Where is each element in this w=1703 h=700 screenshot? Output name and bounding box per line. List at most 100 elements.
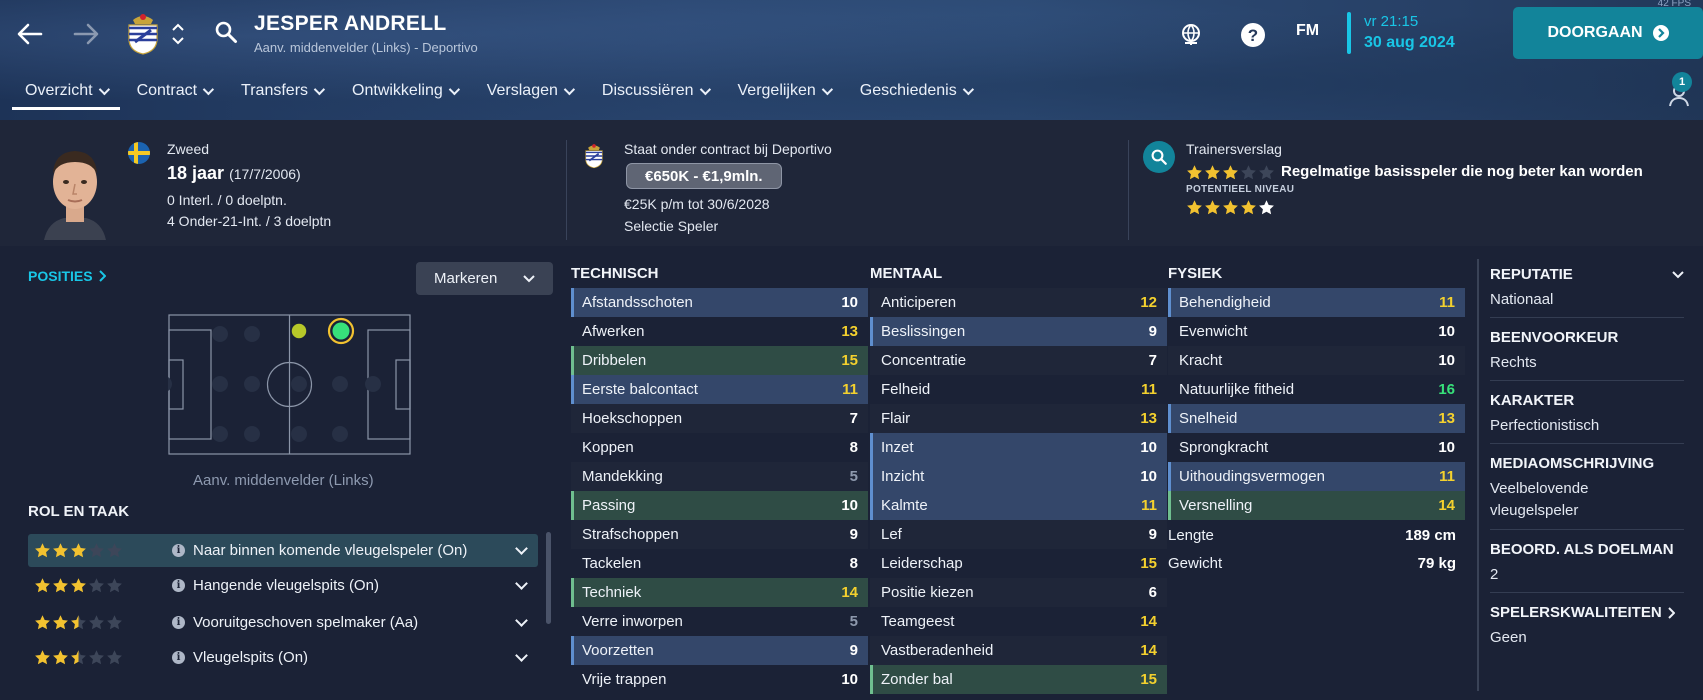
physical-header: FYSIEK (1168, 265, 1223, 282)
physical-attribute-row[interactable]: Kracht 10 (1168, 346, 1465, 375)
chevron-down-icon (98, 83, 110, 96)
forward-arrow-icon[interactable] (68, 16, 104, 52)
chevron-down-icon (962, 83, 974, 96)
physical-attribute-row[interactable]: Uithoudingsvermogen 11 (1168, 462, 1465, 491)
goalkeeper-rating-value: 2 (1490, 566, 1499, 583)
search-icon[interactable] (212, 18, 240, 46)
positions-label: POSITIES (28, 268, 93, 284)
star-icon (53, 578, 68, 593)
chevron-down-icon[interactable] (515, 614, 528, 627)
technical-attribute-row[interactable]: Passing 10 (571, 491, 868, 520)
technical-attribute-row[interactable]: Strafschoppen 9 (571, 520, 868, 549)
reputation-value: Nationaal (1490, 291, 1554, 308)
nationality[interactable]: Zweed (167, 141, 209, 157)
mental-attribute-row[interactable]: Beslissingen 9 (870, 317, 1167, 346)
attribute-value: 9 (849, 526, 858, 543)
attribute-label: Concentratie (881, 352, 967, 369)
technical-attribute-row[interactable]: Verre inworpen 5 (571, 607, 868, 636)
reputation-section[interactable]: REPUTATIE Nationaal (1490, 266, 1684, 318)
technical-attribute-row[interactable]: Vrije trappen 10 (571, 665, 868, 694)
contract-title[interactable]: Staat onder contract bij Deportivo (624, 141, 832, 157)
role-row[interactable]: i Hangende vleugelspits (On) (28, 569, 538, 602)
chevron-down-icon[interactable] (515, 542, 528, 555)
physical-attribute-row[interactable]: Behendigheid 11 (1168, 288, 1465, 317)
chevron-down-icon (563, 83, 575, 96)
role-row[interactable]: i Naar binnen komende vleugelspeler (On) (28, 534, 538, 567)
physical-attribute-row[interactable]: Sprongkracht 10 (1168, 433, 1465, 462)
continue-button[interactable]: DOORGAAN (1513, 7, 1703, 59)
physical-attribute-row[interactable]: Evenwicht 10 (1168, 317, 1465, 346)
tab-transfers[interactable]: Transfers (228, 76, 335, 110)
technical-attribute-row[interactable]: Hoekschoppen 7 (571, 404, 868, 433)
mental-attribute-row[interactable]: Kalmte 11 (870, 491, 1167, 520)
info-icon[interactable]: i (172, 544, 185, 557)
physical-attribute-row[interactable]: Snelheid 13 (1168, 404, 1465, 433)
scout-search-icon[interactable] (1143, 141, 1175, 173)
role-scrollbar[interactable] (546, 532, 551, 624)
mental-attribute-row[interactable]: Teamgeest 14 (870, 607, 1167, 636)
mental-attribute-row[interactable]: Positie kiezen 6 (870, 578, 1167, 607)
technical-attribute-row[interactable]: Voorzetten 9 (571, 636, 868, 665)
tab-ontwikkeling[interactable]: Ontwikkeling (339, 76, 470, 110)
technical-attribute-row[interactable]: Tackelen 8 (571, 549, 868, 578)
technical-attribute-row[interactable]: Mandekking 5 (571, 462, 868, 491)
chevron-down-icon[interactable] (515, 649, 528, 662)
player-traits-section[interactable]: SPELERSKWALITEITEN Geen (1490, 604, 1684, 656)
mental-header: MENTAAL (870, 265, 943, 282)
technical-attribute-row[interactable]: Koppen 8 (571, 433, 868, 462)
tab-contract[interactable]: Contract (124, 76, 224, 110)
tab-vergelijken[interactable]: Vergelijken (725, 76, 843, 110)
back-arrow-icon[interactable] (12, 16, 48, 52)
mental-attribute-row[interactable]: Leiderschap 15 (870, 549, 1167, 578)
attribute-label: Sprongkracht (1179, 439, 1269, 456)
nationality-flag-icon[interactable] (128, 142, 150, 164)
positions-link[interactable]: POSITIES (28, 268, 106, 284)
date-accent-bar (1347, 12, 1351, 54)
mental-attribute-row[interactable]: Felheid 11 (870, 375, 1167, 404)
mental-attribute-row[interactable]: Flair 13 (870, 404, 1167, 433)
physical-attribute-row[interactable]: Versnelling 14 (1168, 491, 1465, 520)
mental-attribute-row[interactable]: Inzicht 10 (870, 462, 1167, 491)
attribute-label: Kracht (1179, 352, 1223, 369)
highlight-label: Markeren (434, 270, 498, 287)
technical-attribute-row[interactable]: Dribbelen 15 (571, 346, 868, 375)
role-row[interactable]: i Vleugelspits (On) (28, 641, 538, 674)
help-icon[interactable]: ? (1238, 20, 1268, 50)
club-crest-small-icon[interactable] (583, 143, 605, 169)
mental-attribute-row[interactable]: Anticiperen 12 (870, 288, 1167, 317)
star-icon (1259, 200, 1274, 215)
attribute-label: Natuurlijke fitheid (1179, 381, 1295, 398)
attribute-label: Behendigheid (1179, 294, 1271, 311)
technical-attributes: Afstandsschoten 10 Afwerken 13 Dribbelen 15 Ee… (571, 288, 868, 694)
technical-attribute-row[interactable]: Afwerken 13 (571, 317, 868, 346)
attribute-value: 14 (1140, 642, 1157, 659)
attribute-label: Lef (881, 526, 902, 543)
tab-geschiedenis[interactable]: Geschiedenis (847, 76, 984, 110)
technical-attribute-row[interactable]: Eerste balcontact 11 (571, 375, 868, 404)
tab-verslagen[interactable]: Verslagen (474, 76, 585, 110)
chevron-down-icon[interactable] (515, 577, 528, 590)
info-icon[interactable]: i (172, 651, 185, 664)
info-icon[interactable]: i (172, 616, 185, 629)
fm-button[interactable]: FM (1296, 22, 1319, 40)
tab-overzicht[interactable]: Overzicht (12, 76, 120, 110)
globe-icon[interactable] (1176, 20, 1206, 50)
mental-attribute-row[interactable]: Inzet 10 (870, 433, 1167, 462)
technical-attribute-row[interactable]: Techniek 14 (571, 578, 868, 607)
up-down-icon[interactable] (170, 18, 186, 50)
transfer-value-badge[interactable]: €650K - €1,9mln. (626, 163, 782, 189)
attribute-value: 14 (841, 584, 858, 601)
coach-report-title[interactable]: Trainersverslag (1186, 141, 1282, 157)
mental-attribute-row[interactable]: Lef 9 (870, 520, 1167, 549)
physical-attribute-row[interactable]: Natuurlijke fitheid 16 (1168, 375, 1465, 404)
mental-attribute-row[interactable]: Concentratie 7 (870, 346, 1167, 375)
position-pitch[interactable] (156, 314, 411, 455)
mental-attribute-row[interactable]: Vastberadenheid 14 (870, 636, 1167, 665)
info-icon[interactable]: i (172, 579, 185, 592)
role-row[interactable]: i Vooruitgeschoven spelmaker (Aa) (28, 606, 538, 639)
club-crest-icon[interactable] (124, 12, 162, 56)
tab-discussieren[interactable]: Discussiëren (589, 76, 721, 110)
technical-attribute-row[interactable]: Afstandsschoten 10 (571, 288, 868, 317)
mental-attribute-row[interactable]: Zonder bal 15 (870, 665, 1167, 694)
highlight-dropdown[interactable]: Markeren (416, 262, 553, 295)
